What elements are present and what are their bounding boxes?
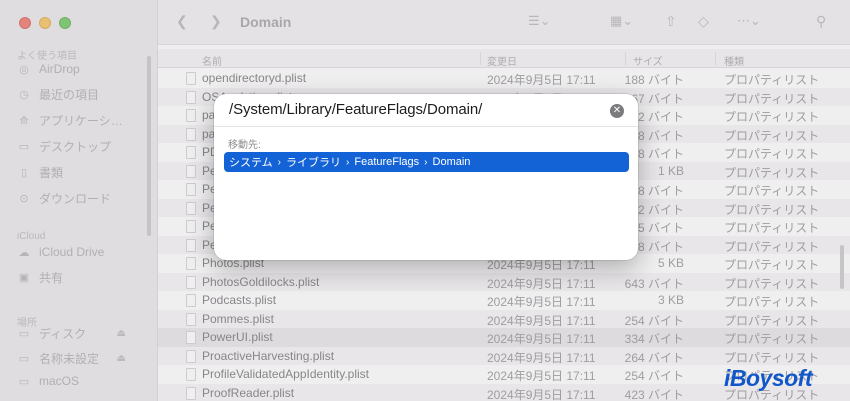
- path-suggestion[interactable]: システム › ライブラリ › FeatureFlags › Domain: [224, 152, 629, 172]
- path-input[interactable]: /System/Library/FeatureFlags/Domain/: [229, 101, 482, 118]
- divider: [214, 126, 638, 127]
- clear-icon[interactable]: ✕: [610, 104, 624, 118]
- path-segment: FeatureFlags: [354, 156, 420, 168]
- go-to-folder-dialog: /System/Library/FeatureFlags/Domain/ ✕ 移…: [214, 94, 638, 260]
- path-segment: システム: [229, 157, 273, 169]
- path-segment: Domain: [432, 156, 471, 168]
- iboysoft-logo: iBoysoft: [724, 365, 813, 391]
- move-to-label: 移動先:: [228, 140, 261, 151]
- chevron-right-icon: ›: [424, 156, 428, 168]
- chevron-right-icon: ›: [277, 156, 282, 168]
- chevron-right-icon: ›: [346, 156, 350, 168]
- path-segment: ライブラリ: [286, 157, 342, 169]
